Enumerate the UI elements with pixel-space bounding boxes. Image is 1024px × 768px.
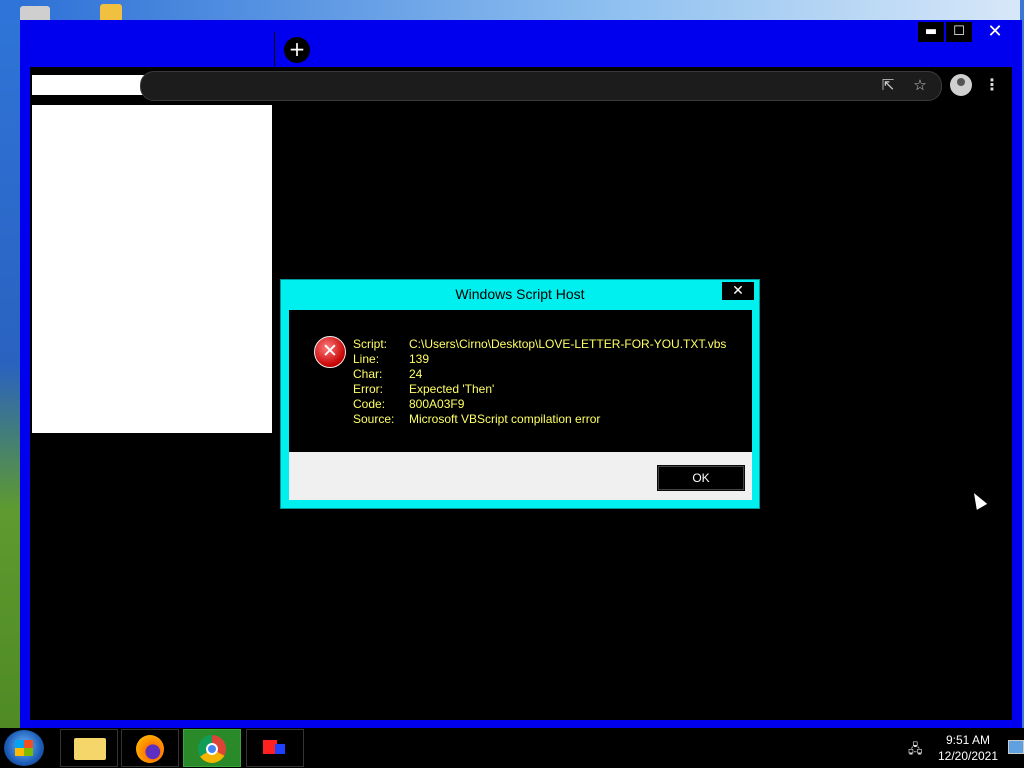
detail-key: Error: — [353, 382, 383, 396]
paint-blue-icon — [275, 744, 285, 754]
network-icon[interactable]: 🖧 — [908, 740, 924, 757]
browser-toolbar: ⇱ ☆ ⋮ — [30, 67, 1012, 103]
tab-current[interactable] — [30, 32, 275, 66]
detail-key: Char: — [353, 367, 383, 381]
paint-icon[interactable] — [246, 729, 304, 767]
desktop-wallpaper-top — [0, 0, 1024, 22]
start-button[interactable] — [4, 730, 44, 766]
system-clock[interactable]: 9:51 AM 12/20/2021 — [930, 732, 1006, 764]
maximize-button[interactable]: ☐ — [946, 22, 972, 42]
ok-button[interactable]: OK — [658, 466, 744, 490]
star-icon[interactable]: ☆ — [910, 75, 930, 95]
menu-icon[interactable]: ⋮ — [982, 75, 1002, 95]
detail-key: Script: — [353, 337, 388, 351]
taskbar: 🖧 9:51 AM 12/20/2021 — [0, 728, 1024, 768]
dialog-body: ✕ Script: C:\Users\Cirno\Desktop\LOVE-LET… — [289, 310, 752, 452]
share-icon[interactable]: ⇱ — [878, 75, 898, 95]
detail-value: 24 — [409, 367, 423, 381]
tab-strip: + ▬ ☐ ✕ — [20, 20, 1022, 66]
clock-date: 12/20/2021 — [937, 749, 999, 763]
close-window-button[interactable]: ✕ — [974, 22, 1016, 42]
dialog-close-button[interactable]: ✕ — [722, 282, 754, 300]
profile-icon[interactable] — [950, 74, 972, 96]
detail-row-code: Code: 800A03F9 — [353, 397, 726, 412]
detail-value: 139 — [409, 352, 430, 366]
chrome-logo-icon — [198, 735, 226, 763]
firefox-logo-icon — [136, 735, 164, 763]
detail-key: Line: — [353, 352, 380, 366]
error-details: Script: C:\Users\Cirno\Desktop\LOVE-LETTE… — [353, 337, 726, 427]
show-desktop-button[interactable] — [1008, 740, 1024, 754]
detail-row-script: Script: C:\Users\Cirno\Desktop\LOVE-LETTE… — [353, 337, 726, 352]
detail-row-char: Char: 24 — [353, 367, 726, 382]
detail-value: Microsoft VBScript compilation error — [409, 412, 601, 426]
detail-value: C:\Users\Cirno\Desktop\LOVE-LETTER-FOR-Y… — [409, 337, 727, 351]
dialog-footer: OK — [289, 452, 752, 500]
error-icon: ✕ — [314, 336, 346, 368]
desktop-wallpaper-left — [0, 0, 20, 728]
address-bar[interactable] — [140, 71, 942, 101]
detail-row-error: Error: Expected 'Then' — [353, 382, 726, 397]
minimize-button[interactable]: ▬ — [918, 22, 944, 42]
detail-row-source: Source: Microsoft VBScript compilation er… — [353, 412, 726, 427]
detail-key: Source: — [353, 412, 395, 426]
dialog-title: Windows Script Host — [455, 286, 585, 302]
windows-explorer-icon[interactable] — [60, 729, 118, 767]
detail-key: Code: — [353, 397, 386, 411]
detail-row-line: Line: 139 — [353, 352, 726, 367]
clock-time: 9:51 AM — [945, 733, 991, 747]
script-host-dialog: Windows Script Host ✕ ✕ Script: C:\Users\… — [280, 279, 760, 509]
firefox-icon[interactable] — [121, 729, 179, 767]
folder-icon — [74, 738, 106, 760]
blank-panel — [32, 105, 272, 433]
detail-value: Expected 'Then' — [409, 382, 495, 396]
new-tab-button[interactable]: + — [284, 37, 310, 63]
chrome-icon[interactable] — [183, 729, 241, 767]
detail-value: 800A03F9 — [409, 397, 465, 411]
